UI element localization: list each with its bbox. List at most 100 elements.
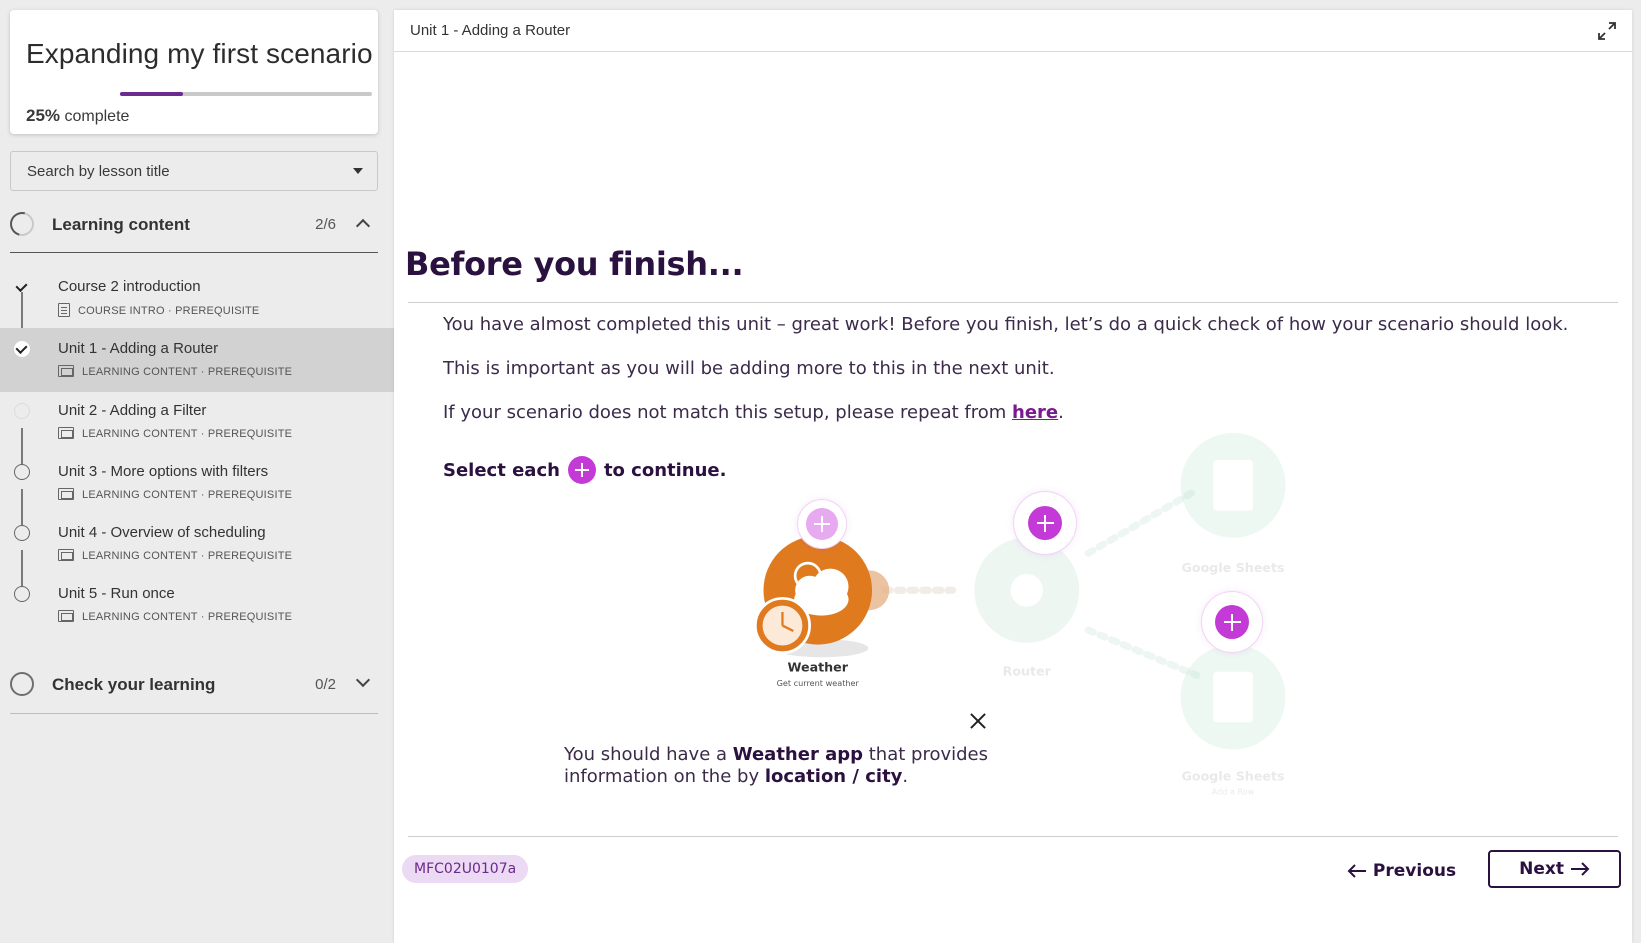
breadcrumb: Unit 1 - Adding a Router <box>410 22 571 39</box>
sidebar: Expanding my first scenario 25% complete… <box>0 0 394 943</box>
lesson-title: Unit 2 - Adding a Filter <box>58 402 207 419</box>
chevron-up-icon <box>355 218 371 234</box>
divider <box>408 836 1618 837</box>
course-title: Expanding my first scenario <box>26 38 373 69</box>
weather-subtitle: Get current weather <box>777 678 860 688</box>
lesson-title: Course 2 introduction <box>58 278 201 295</box>
progress-percent: 25% <box>26 106 61 125</box>
callout-text: You should have a <box>564 744 733 765</box>
google-sheets-label: Google Sheets <box>1182 560 1285 575</box>
section-title: Check your learning <box>52 675 216 694</box>
plus-icon <box>1028 506 1062 540</box>
google-sheets-module-bottom: Google Sheets Add a Row <box>1180 644 1286 797</box>
section-count: 2/6 <box>315 216 336 233</box>
paragraph-text: . <box>1058 402 1064 423</box>
previous-button[interactable]: Previous <box>1347 855 1456 887</box>
expand-icon[interactable] <box>1596 20 1618 42</box>
callout-text: . <box>902 766 909 787</box>
chevron-down-icon <box>355 672 371 688</box>
hotspot-router[interactable] <box>1014 492 1076 554</box>
section-title: Learning content <box>52 215 190 234</box>
lesson-item-unit-4[interactable]: Unit 4 - Overview of scheduling LEARNING… <box>0 512 394 576</box>
section-check-your-learning[interactable]: Check your learning 0/2 <box>10 662 378 706</box>
google-sheets-subtitle: Add a Row <box>1212 787 1255 797</box>
status-circle-icon <box>14 525 30 541</box>
paragraph: This is important as you will be adding … <box>443 358 1055 379</box>
section-count: 0/2 <box>315 676 336 693</box>
plus-icon <box>567 456 596 484</box>
lesson-title: Unit 1 - Adding a Router <box>58 340 219 357</box>
lesson-tag: PREREQUISITE <box>175 305 260 317</box>
lesson-type: LEARNING CONTENT <box>82 489 198 501</box>
hotspot-weather[interactable] <box>798 500 846 548</box>
lesson-meta: LEARNING CONTENT · PREREQUISITE <box>58 488 292 501</box>
plus-icon <box>1215 605 1249 639</box>
arrow-left-icon <box>1347 864 1366 878</box>
meta-separator: · <box>197 366 208 378</box>
repeat-link[interactable]: here <box>1012 402 1058 423</box>
meta-separator: · <box>197 550 208 562</box>
lesson-title: Unit 4 - Overview of scheduling <box>58 524 266 541</box>
lesson-type: COURSE INTRO <box>78 305 165 317</box>
screen-icon <box>58 488 74 500</box>
instruction: Select each to continue. <box>443 456 726 484</box>
lesson-type: LEARNING CONTENT <box>82 550 198 562</box>
progress-ring-icon <box>5 207 39 241</box>
lesson-search-label: Search by lesson title <box>27 163 170 180</box>
screen-icon <box>58 549 74 561</box>
weather-label: Weather <box>787 660 848 675</box>
lesson-meta: LEARNING CONTENT · PREREQUISITE <box>58 610 292 623</box>
check-icon <box>14 279 30 295</box>
section-learning-content[interactable]: Learning content 2/6 <box>5 202 378 246</box>
instruction-text: Select each <box>443 460 560 481</box>
progress-ring-icon <box>10 672 34 696</box>
lesson-tag: PREREQUISITE <box>207 366 293 378</box>
next-label: Next <box>1519 859 1564 879</box>
lesson-tag: PREREQUISITE <box>207 611 293 623</box>
check-icon <box>14 341 30 357</box>
lesson-title: Unit 3 - More options with filters <box>58 463 269 480</box>
next-button[interactable]: Next <box>1488 850 1621 888</box>
hotspot-google-sheets[interactable] <box>1202 592 1262 652</box>
lesson-code-badge: MFC02U0107a <box>402 855 529 883</box>
weather-callout: You should have a Weather app that provi… <box>564 744 988 788</box>
lesson-item-unit-3[interactable]: Unit 3 - More options with filters LEARN… <box>0 451 394 515</box>
lesson-item-course-intro[interactable]: Course 2 introduction COURSE INTRO · PRE… <box>0 266 394 330</box>
lesson-header: Unit 1 - Adding a Router <box>394 10 1632 52</box>
lesson-panel: Unit 1 - Adding a Router Before you fini… <box>394 10 1632 943</box>
lesson-search-select[interactable]: Search by lesson title <box>10 151 378 191</box>
callout-text: information on the by <box>564 766 765 787</box>
divider <box>10 252 378 253</box>
lesson-meta: LEARNING CONTENT · PREREQUISITE <box>58 549 292 562</box>
status-circle-icon <box>14 403 30 419</box>
arrow-right-icon <box>1570 862 1590 876</box>
progress-suffix: complete <box>64 108 130 125</box>
lesson-item-unit-5[interactable]: Unit 5 - Run once LEARNING CONTENT · PRE… <box>0 573 394 637</box>
meta-separator: · <box>197 611 208 623</box>
callout-emphasis: Weather app <box>732 744 864 765</box>
lesson-item-unit-1[interactable]: Unit 1 - Adding a Router LEARNING CONTEN… <box>0 328 394 392</box>
divider <box>10 713 378 714</box>
lesson-item-unit-2[interactable]: Unit 2 - Adding a Filter LEARNING CONTEN… <box>0 390 394 454</box>
lesson-type: LEARNING CONTENT <box>82 611 198 623</box>
router-label: Router <box>1003 663 1052 678</box>
lesson-meta: COURSE INTRO · PREREQUISITE <box>58 303 259 317</box>
document-icon <box>58 303 70 317</box>
paragraph: If your scenario does not match this set… <box>443 402 1064 423</box>
lesson-meta: LEARNING CONTENT · PREREQUISITE <box>58 427 292 440</box>
course-card: Expanding my first scenario 25% complete <box>10 10 378 134</box>
progress-text: 25% complete <box>26 106 129 126</box>
lesson-body: Before you finish... You have almost com… <box>394 52 1632 878</box>
close-icon[interactable] <box>969 712 987 730</box>
plus-icon <box>806 508 838 540</box>
meta-separator: · <box>197 489 208 501</box>
previous-label: Previous <box>1372 861 1457 881</box>
router-module: Router <box>974 537 1080 678</box>
progress-bar-fill <box>120 92 183 96</box>
meta-separator: · <box>164 305 176 317</box>
lesson-title: Unit 5 - Run once <box>58 585 175 602</box>
meta-separator: · <box>197 428 208 440</box>
lesson-type: LEARNING CONTENT <box>82 428 198 440</box>
status-circle-icon <box>14 464 30 480</box>
lesson-tag: PREREQUISITE <box>207 489 293 501</box>
